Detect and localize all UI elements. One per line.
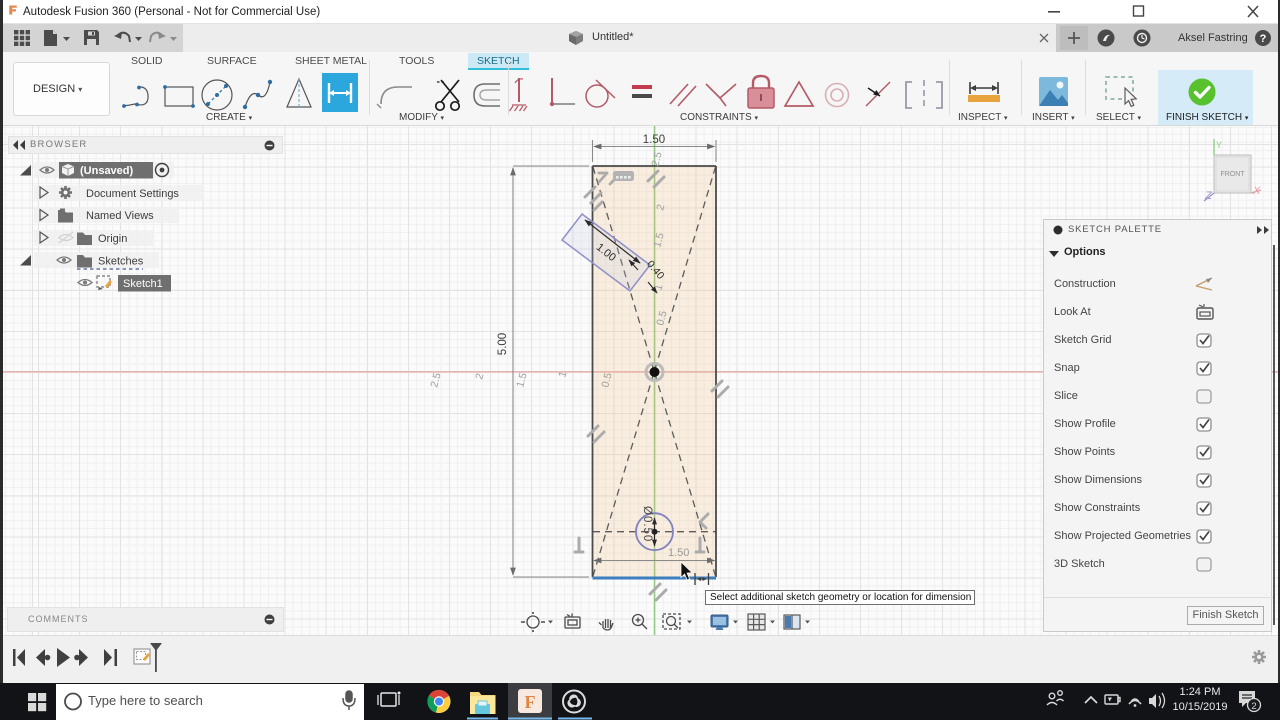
svg-text:Ø0.50: Ø0.50	[641, 506, 653, 542]
svg-text:F: F	[525, 692, 536, 712]
svg-text:Z: Z	[1204, 190, 1213, 202]
svg-text:FRONT: FRONT	[1220, 171, 1245, 178]
svg-text:2: 2	[473, 372, 486, 381]
svg-text:Y: Y	[1216, 140, 1222, 150]
svg-text:5.00: 5.00	[497, 333, 509, 355]
svg-text:1.5: 1.5	[514, 371, 529, 388]
svg-text:(Unsaved): (Unsaved)	[80, 165, 134, 177]
svg-text:X: X	[1252, 185, 1261, 197]
svg-text:Sketch1: Sketch1	[123, 278, 163, 290]
svg-text:Sketches: Sketches	[98, 256, 144, 268]
svg-text:1.50: 1.50	[668, 547, 689, 559]
svg-text:1.50: 1.50	[643, 134, 665, 146]
svg-text:?: ?	[1260, 33, 1267, 45]
svg-text:Document Settings: Document Settings	[86, 188, 179, 200]
svg-text:2.5: 2.5	[428, 371, 443, 388]
svg-text:Named Views: Named Views	[86, 210, 154, 222]
svg-text:Origin: Origin	[98, 233, 127, 245]
svg-text:2: 2	[1251, 701, 1256, 712]
